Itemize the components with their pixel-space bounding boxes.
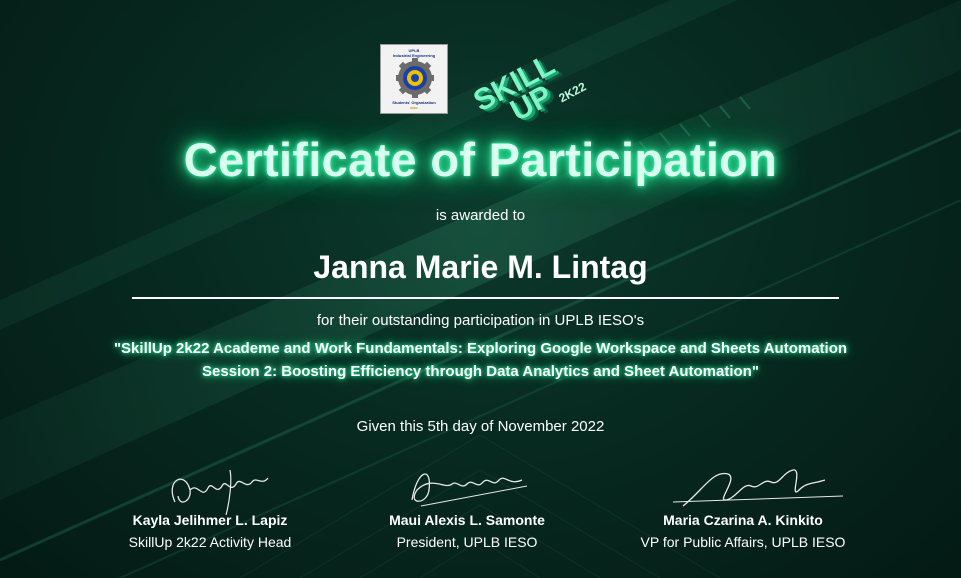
ieso-logo-top-text: UPLB Industrial Engineering bbox=[392, 48, 436, 58]
signatory-role: President, UPLB IESO bbox=[396, 534, 538, 550]
gear-icon bbox=[396, 58, 434, 98]
signature bbox=[672, 469, 844, 507]
event-title-line-1: "SkillUp 2k22 Academe and Work Fundament… bbox=[113, 340, 848, 357]
awarded-text: is awarded to bbox=[435, 207, 526, 224]
event-title: "SkillUp 2k22 Academe and Work Fundament… bbox=[0, 337, 961, 383]
skillup-logo: SKILL SKILL SKILL UP UP UP 2K22 bbox=[468, 48, 588, 131]
certificate: UPLB Industrial Engineering Students' Or… bbox=[0, 0, 961, 578]
signatory-name: Maui Alexis L. Samonte bbox=[389, 512, 545, 528]
ieso-logo-est: IESO bbox=[410, 106, 418, 110]
signatory-activity-head: Kayla Jelihmer L. Lapiz SkillUp 2k22 Act… bbox=[80, 466, 340, 550]
event-title-line-2: Session 2: Boosting Efficiency through D… bbox=[202, 363, 759, 380]
signatory-vp: Maria Czarina A. Kinkito VP for Public A… bbox=[613, 466, 873, 550]
signature bbox=[171, 469, 269, 516]
given-date: Given this 5th day of November 2022 bbox=[356, 418, 605, 435]
ieso-logo: UPLB Industrial Engineering Students' Or… bbox=[380, 44, 448, 114]
signatory-president: Maui Alexis L. Samonte President, UPLB I… bbox=[337, 466, 597, 550]
ieso-logo-bottom-text: Students' Organization bbox=[392, 100, 436, 105]
signature bbox=[411, 473, 528, 507]
name-underline bbox=[132, 297, 839, 299]
recipient-name: Janna Marie M. Lintag bbox=[313, 249, 648, 285]
participation-description: for their outstanding participation in U… bbox=[316, 312, 645, 329]
signatory-name: Maria Czarina A. Kinkito bbox=[663, 512, 823, 528]
signatory-name: Kayla Jelihmer L. Lapiz bbox=[132, 512, 288, 528]
certificate-title: Certificate of Participation bbox=[183, 133, 778, 186]
signatory-role: SkillUp 2k22 Activity Head bbox=[128, 534, 292, 550]
signatory-role: VP for Public Affairs, UPLB IESO bbox=[640, 534, 846, 550]
